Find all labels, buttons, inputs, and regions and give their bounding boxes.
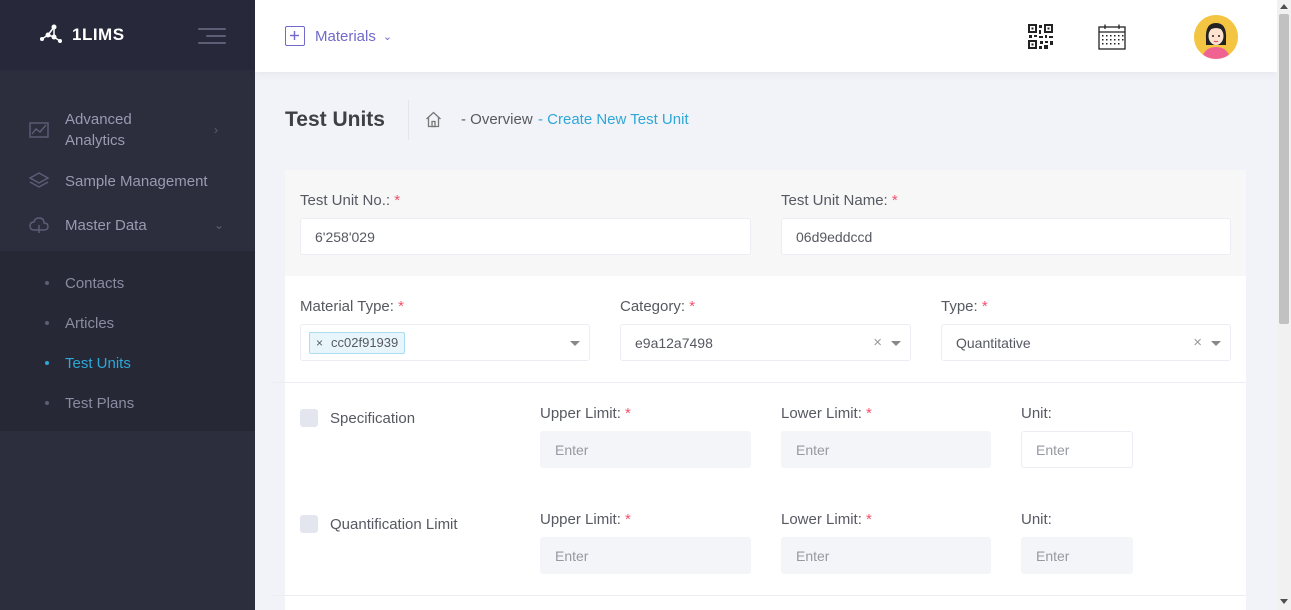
spec-unit-label: Unit: bbox=[1021, 405, 1052, 422]
sidebar-item-label: Articles bbox=[65, 314, 115, 332]
spec-upper-limit-label: Upper Limit: * bbox=[540, 405, 631, 422]
brand-name: 1LIMS bbox=[72, 25, 125, 44]
sidebar-item-sample-management[interactable]: Sample Management bbox=[0, 163, 255, 199]
sidebar-item-label: Advanced Analytics bbox=[65, 111, 132, 149]
sidebar-menu: Advanced Analytics › Sample Management M… bbox=[0, 97, 255, 431]
type-label: Type: * bbox=[941, 298, 988, 315]
home-icon[interactable] bbox=[425, 111, 442, 128]
calendar-icon[interactable] bbox=[1098, 24, 1126, 50]
quant-upper-limit-input[interactable]: Enter bbox=[540, 537, 751, 574]
type-value: Quantitative bbox=[956, 334, 1031, 351]
logo-icon bbox=[40, 24, 62, 43]
quant-lower-limit-input[interactable]: Enter bbox=[781, 537, 991, 574]
breadcrumb-current[interactable]: - Create New Test Unit bbox=[538, 111, 689, 128]
type-select[interactable]: Quantitative × bbox=[941, 324, 1231, 361]
sidebar: 1LIMS Advanced Analytics › Sample Manage… bbox=[0, 0, 255, 610]
material-type-tag: × cc02f91939 bbox=[309, 331, 406, 354]
brand: 1LIMS bbox=[0, 0, 255, 70]
sidebar-item-label: Master Data bbox=[65, 216, 147, 234]
category-value: e9a12a7498 bbox=[635, 334, 713, 351]
top-header: Materials ⌄ bbox=[255, 0, 1277, 72]
clear-icon[interactable]: × bbox=[873, 334, 882, 351]
quant-unit-label: Unit: bbox=[1021, 511, 1052, 528]
cloud-icon bbox=[29, 217, 49, 233]
section-divider bbox=[271, 382, 1246, 383]
master-data-submenu: Contacts Articles Test Units Test Plans bbox=[0, 251, 255, 431]
user-avatar[interactable] bbox=[1194, 15, 1238, 59]
sidebar-item-label: Test Plans bbox=[65, 394, 135, 412]
bullet-icon bbox=[45, 361, 49, 365]
material-type-tag-label: cc02f91939 bbox=[331, 335, 399, 350]
qr-code-icon[interactable] bbox=[1028, 24, 1053, 49]
scroll-up-arrow-icon[interactable] bbox=[1280, 4, 1288, 9]
analytics-icon bbox=[29, 122, 49, 138]
material-type-select[interactable]: × cc02f91939 bbox=[300, 324, 590, 361]
chevron-right-icon: › bbox=[214, 123, 218, 137]
title-divider bbox=[408, 100, 409, 140]
clear-icon[interactable]: × bbox=[1193, 334, 1202, 351]
chevron-down-icon: ⌄ bbox=[382, 30, 393, 43]
quantification-limit-checkbox[interactable] bbox=[300, 515, 318, 533]
test-unit-no-label: Test Unit No.: * bbox=[300, 192, 401, 209]
avatar-icon bbox=[1194, 15, 1238, 59]
category-select[interactable]: e9a12a7498 × bbox=[620, 324, 911, 361]
material-type-label: Material Type: * bbox=[300, 298, 404, 315]
dropdown-arrow-icon[interactable] bbox=[570, 341, 580, 346]
scroll-down-arrow-icon[interactable] bbox=[1280, 599, 1288, 604]
sidebar-item-contacts[interactable]: Contacts bbox=[0, 263, 255, 303]
dropdown-arrow-icon[interactable] bbox=[1211, 341, 1221, 346]
sidebar-item-test-units[interactable]: Test Units bbox=[0, 343, 255, 383]
sidebar-item-advanced-analytics[interactable]: Advanced Analytics › bbox=[0, 97, 255, 163]
quantification-limit-label: Quantification Limit bbox=[330, 516, 458, 533]
spec-unit-input[interactable]: Enter bbox=[1021, 431, 1133, 468]
sidebar-item-master-data[interactable]: Master Data ⌄ bbox=[0, 199, 255, 251]
layers-icon bbox=[28, 172, 50, 188]
bullet-icon bbox=[45, 281, 49, 285]
spec-lower-limit-input[interactable]: Enter bbox=[781, 431, 991, 468]
materials-menu[interactable]: Materials ⌄ bbox=[285, 26, 392, 46]
tag-remove-icon[interactable]: × bbox=[316, 336, 323, 350]
page-scrollbar[interactable] bbox=[1277, 0, 1291, 610]
menu-toggle-icon[interactable] bbox=[198, 28, 226, 46]
test-unit-form: Test Unit No.: * 6'258'029 Test Unit Nam… bbox=[271, 170, 1246, 610]
category-label: Category: * bbox=[620, 298, 696, 315]
dropdown-arrow-icon[interactable] bbox=[891, 341, 901, 346]
test-unit-name-label: Test Unit Name: * bbox=[781, 192, 898, 209]
sidebar-item-label: Sample Management bbox=[65, 172, 208, 190]
add-box-icon bbox=[285, 26, 305, 46]
sidebar-item-label: Contacts bbox=[65, 274, 125, 292]
materials-menu-label: Materials bbox=[315, 27, 376, 45]
bullet-icon bbox=[45, 321, 49, 325]
spec-lower-limit-label: Lower Limit: * bbox=[781, 405, 872, 422]
spec-upper-limit-input[interactable]: Enter bbox=[540, 431, 751, 468]
breadcrumb-overview[interactable]: - Overview bbox=[461, 111, 533, 128]
test-unit-name-field[interactable]: 06d9eddccd bbox=[781, 218, 1231, 255]
chevron-down-icon: ⌄ bbox=[214, 218, 225, 232]
specification-label: Specification bbox=[330, 410, 416, 427]
section-divider bbox=[271, 595, 1246, 596]
sidebar-item-articles[interactable]: Articles bbox=[0, 303, 255, 343]
sidebar-item-label: Test Units bbox=[65, 354, 131, 372]
quant-unit-input[interactable]: Enter bbox=[1021, 537, 1133, 574]
quant-upper-limit-label: Upper Limit: * bbox=[540, 511, 631, 528]
bullet-icon bbox=[45, 401, 49, 405]
test-unit-no-field[interactable]: 6'258'029 bbox=[300, 218, 751, 255]
quant-lower-limit-label: Lower Limit: * bbox=[781, 511, 872, 528]
specification-checkbox[interactable] bbox=[300, 409, 318, 427]
scroll-thumb[interactable] bbox=[1279, 14, 1289, 324]
sidebar-item-test-plans[interactable]: Test Plans bbox=[0, 383, 255, 423]
page-title: Test Units bbox=[285, 108, 385, 131]
